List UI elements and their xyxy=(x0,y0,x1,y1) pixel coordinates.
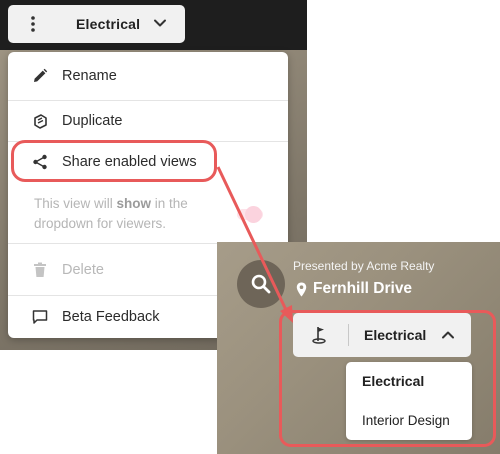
location-pin-icon xyxy=(296,282,307,297)
menu-item-label: Rename xyxy=(62,68,117,84)
presented-by-text: Presented by Acme Realty xyxy=(293,259,435,273)
feedback-icon xyxy=(29,306,51,328)
chevron-down-icon[interactable] xyxy=(153,16,167,35)
highlight-viewer-dropdown xyxy=(279,310,496,447)
trash-icon xyxy=(29,259,51,281)
menu-item-rename[interactable]: Rename xyxy=(8,56,288,96)
duplicate-icon xyxy=(29,110,51,132)
highlight-share-option xyxy=(11,140,217,182)
search-icon xyxy=(251,274,271,294)
view-selector-label: Electrical xyxy=(76,16,141,32)
toggle-knob xyxy=(245,206,262,223)
share-hint-text: This view will show in the dropdown for … xyxy=(34,196,188,231)
property-address: Fernhill Drive xyxy=(296,280,412,298)
menu-item-duplicate[interactable]: Duplicate xyxy=(8,101,288,141)
menu-item-label: Duplicate xyxy=(62,113,123,129)
view-selector[interactable]: Electrical xyxy=(8,5,185,43)
address-text: Fernhill Drive xyxy=(313,280,413,297)
top-bar: Electrical xyxy=(0,0,307,50)
search-button[interactable] xyxy=(237,260,285,308)
share-toggle[interactable] xyxy=(231,206,265,223)
pencil-icon xyxy=(29,65,51,87)
menu-item-label: Delete xyxy=(62,262,104,278)
menu-item-label: Beta Feedback xyxy=(62,309,160,325)
kebab-menu-icon[interactable] xyxy=(8,5,58,43)
